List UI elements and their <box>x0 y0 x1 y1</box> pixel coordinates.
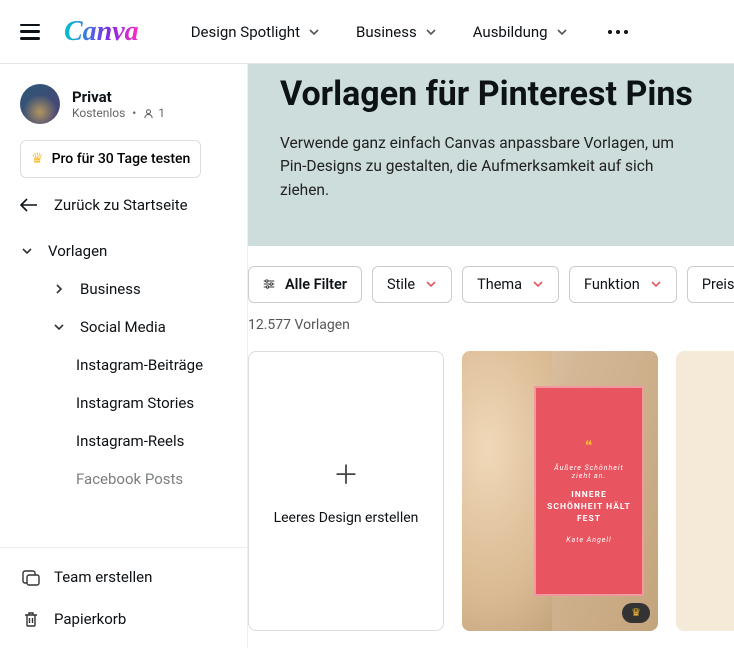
tree-label: Vorlagen <box>48 242 107 260</box>
tree-label: Instagram-Reels <box>76 432 184 450</box>
template-card-1[interactable]: ❝ Äußere Schönheit zieht an. INNERE SCHÖ… <box>462 351 658 631</box>
chip-label: Thema <box>477 276 522 293</box>
user-plan: Kostenlos • 1 <box>72 106 165 120</box>
result-count: 12.577 Vorlagen <box>248 303 734 351</box>
tree-facebook-posts[interactable]: Facebook Posts <box>8 460 239 498</box>
arrow-left-icon <box>20 198 38 212</box>
filter-stile[interactable]: Stile <box>372 266 452 303</box>
filter-preis[interactable]: Preis <box>687 266 734 303</box>
chevron-down-icon <box>21 245 33 257</box>
team-icon <box>22 568 40 586</box>
team-label: Team erstellen <box>54 568 152 586</box>
template-quote: ❝ Äußere Schönheit zieht an. INNERE SCHÖ… <box>534 386 644 596</box>
filter-all[interactable]: Alle Filter <box>248 266 362 303</box>
quote-icon: ❝ <box>544 438 634 454</box>
nav-label: Ausbildung <box>473 23 548 41</box>
plus-icon: ＋ <box>333 455 359 492</box>
tree-business[interactable]: Business <box>8 270 239 308</box>
pro-badge: ♛ <box>622 603 650 623</box>
template-card-2[interactable]: De <box>676 351 734 631</box>
tree-instagram-beitraege[interactable]: Instagram-Beiträge <box>8 346 239 384</box>
tree-label: Facebook Posts <box>76 470 183 488</box>
chip-label: Alle Filter <box>285 276 347 293</box>
blank-label: Leeres Design erstellen <box>274 510 419 526</box>
nav-label: Design Spotlight <box>191 23 300 41</box>
nav-business[interactable]: Business <box>356 23 437 41</box>
back-to-home[interactable]: Zurück zu Startseite <box>0 178 247 232</box>
sliders-icon <box>263 278 275 290</box>
pro-button-label: Pro für 30 Tage testen <box>52 151 191 167</box>
nav-label: Business <box>356 23 417 41</box>
nav-ausbildung[interactable]: Ausbildung <box>473 23 568 41</box>
tree-label: Business <box>80 280 141 298</box>
menu-icon[interactable] <box>20 24 40 40</box>
chevron-down-icon <box>556 26 568 38</box>
trash[interactable]: Papierkorb <box>8 598 239 640</box>
canva-logo[interactable]: Canva <box>64 16 139 48</box>
create-blank-design[interactable]: ＋ Leeres Design erstellen <box>248 351 444 631</box>
tree-label: Instagram-Beiträge <box>76 356 203 374</box>
tree-social-media[interactable]: Social Media <box>8 308 239 346</box>
page-subtitle: Verwende ganz einfach Canvas anpassbare … <box>280 132 702 202</box>
chip-label: Funktion <box>584 276 640 293</box>
chevron-down-icon <box>650 278 662 290</box>
tree-instagram-reels[interactable]: Instagram-Reels <box>8 422 239 460</box>
chevron-down-icon <box>532 278 544 290</box>
try-pro-button[interactable]: ♛ Pro für 30 Tage testen <box>20 140 201 178</box>
filter-thema[interactable]: Thema <box>462 266 559 303</box>
chevron-down-icon <box>53 321 65 333</box>
back-label: Zurück zu Startseite <box>54 196 188 214</box>
chevron-down-icon <box>425 278 437 290</box>
tree-label: Social Media <box>80 318 166 336</box>
chip-label: Stile <box>387 276 415 293</box>
page-title: Vorlagen für Pinterest Pins <box>280 64 702 114</box>
tree-instagram-stories[interactable]: Instagram Stories <box>8 384 239 422</box>
person-icon <box>143 108 154 119</box>
user-profile[interactable]: Privat Kostenlos • 1 <box>12 80 235 128</box>
crown-icon: ♛ <box>31 151 44 167</box>
hero-banner: Vorlagen für Pinterest Pins Verwende gan… <box>248 64 734 246</box>
trash-label: Papierkorb <box>54 610 126 628</box>
avatar <box>20 84 60 124</box>
filter-funktion[interactable]: Funktion <box>569 266 677 303</box>
chevron-right-icon <box>53 283 65 295</box>
chip-label: Preis <box>702 276 734 293</box>
more-icon[interactable] <box>608 30 628 34</box>
tree-vorlagen[interactable]: Vorlagen <box>8 232 239 270</box>
chevron-down-icon <box>308 26 320 38</box>
template-title: De <box>686 381 734 397</box>
trash-icon <box>22 610 40 628</box>
create-team[interactable]: Team erstellen <box>8 556 239 598</box>
tree-label: Instagram Stories <box>76 394 194 412</box>
nav-design-spotlight[interactable]: Design Spotlight <box>191 23 320 41</box>
user-name: Privat <box>72 88 165 106</box>
chevron-down-icon <box>425 26 437 38</box>
